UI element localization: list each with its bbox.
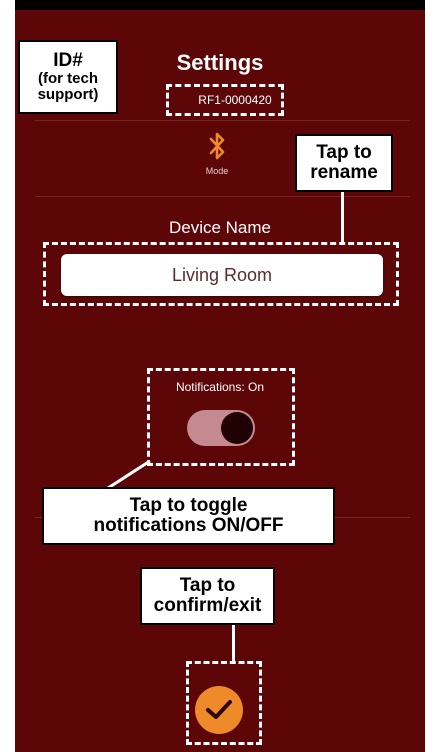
confirm-callout-line1: Tap to [179,575,236,597]
divider [35,196,410,197]
page-title: Settings [176,50,264,75]
rename-callout: Tap to rename [295,134,393,192]
device-name-label: Device Name [168,218,272,237]
mode-label: Mode [205,166,229,176]
rename-callout-line2: rename [310,162,378,183]
device-name-highlight [43,242,399,306]
bluetooth-icon[interactable] [207,130,227,162]
id-highlight [166,84,284,116]
id-callout: ID# (for tech support) [18,40,118,114]
rename-connector [341,192,344,242]
status-bar [15,0,425,10]
rename-callout-line1: Tap to [316,142,372,164]
confirm-highlight [186,661,262,745]
confirm-callout-line2: confirm/exit [153,595,262,616]
divider [35,120,410,121]
toggle-callout-line1: Tap to toggle [129,495,248,517]
id-callout-sub1: (for tech [38,70,98,88]
confirm-callout: Tap to confirm/exit [140,567,275,625]
toggle-callout: Tap to toggle notifications ON/OFF [42,487,335,545]
id-callout-title: ID# [53,50,83,72]
id-callout-sub2: support) [37,85,99,103]
confirm-connector [232,625,235,661]
toggle-highlight [147,368,295,466]
toggle-callout-line2: notifications ON/OFF [93,515,284,536]
